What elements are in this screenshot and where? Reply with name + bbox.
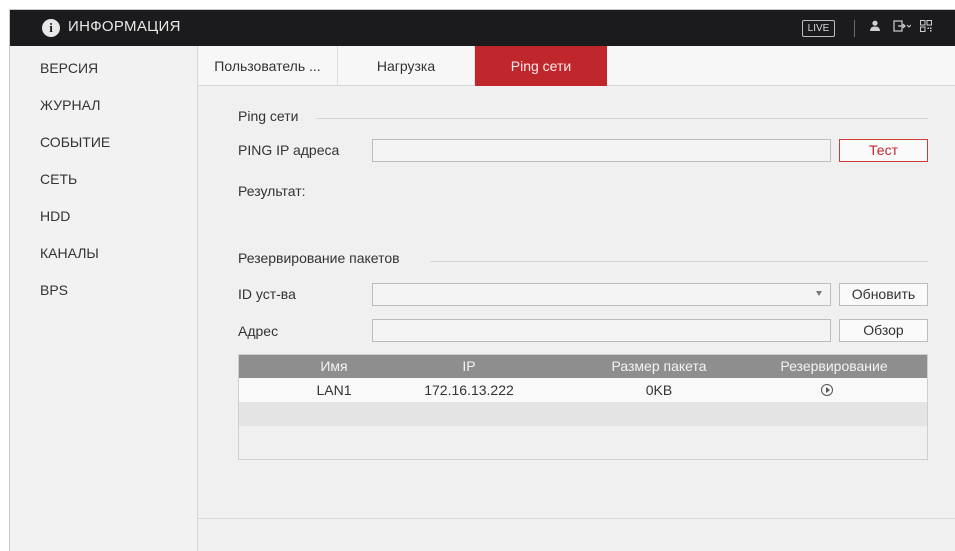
tab-load[interactable]: Нагрузка (338, 46, 475, 86)
tab-bar: Пользователь ... Нагрузка Ping сети (198, 46, 955, 86)
column-header-backup: Резервирование (780, 358, 888, 374)
sidebar-item-channels[interactable]: КАНАЛЫ (40, 245, 99, 261)
ping-ip-input[interactable] (372, 139, 831, 162)
column-header-size: Размер пакета (611, 358, 707, 374)
sidebar-item-bps[interactable]: BPS (40, 282, 68, 298)
chevron-down-icon (816, 291, 822, 296)
table-row[interactable]: LAN1 172.16.13.222 0KB (239, 378, 927, 402)
backup-section-title: Резервирование пакетов (238, 250, 400, 266)
sidebar-item-hdd[interactable]: HDD (40, 208, 70, 224)
sidebar-item-version[interactable]: ВЕРСИЯ (40, 60, 98, 76)
table-header: Имя IP Размер пакета Резервирование (239, 355, 927, 378)
device-id-select[interactable] (372, 283, 831, 306)
sidebar-item-log[interactable]: ЖУРНАЛ (40, 97, 100, 113)
ping-section-title: Ping сети (238, 108, 299, 124)
result-label: Результат: (238, 183, 306, 199)
footer-divider (198, 518, 955, 519)
info-icon: i (42, 19, 60, 37)
backup-table: Имя IP Размер пакета Резервирование LAN1… (238, 354, 928, 460)
column-header-ip: IP (462, 358, 476, 374)
play-circle-icon[interactable] (821, 384, 833, 396)
cell-ip: 172.16.13.222 (424, 382, 514, 398)
test-button[interactable]: Тест (839, 139, 928, 162)
sidebar-item-event[interactable]: СОБЫТИЕ (40, 134, 110, 150)
tab-ping[interactable]: Ping сети (475, 46, 607, 86)
live-button[interactable]: LIVE (802, 20, 835, 37)
sidebar: ВЕРСИЯ ЖУРНАЛ СОБЫТИЕ СЕТЬ HDD КАНАЛЫ BP… (10, 46, 198, 551)
qr-code-icon[interactable] (920, 19, 932, 37)
table-row (239, 426, 927, 450)
page-title: ИНФОРМАЦИЯ (68, 18, 181, 35)
address-input[interactable] (372, 319, 831, 342)
section-divider (430, 261, 928, 262)
address-label: Адрес (238, 323, 279, 339)
sidebar-item-network[interactable]: СЕТЬ (40, 171, 77, 187)
cell-size: 0KB (645, 382, 673, 398)
user-icon[interactable] (870, 19, 880, 37)
section-divider (316, 118, 928, 119)
top-bar: i ИНФОРМАЦИЯ LIVE (10, 10, 955, 46)
logout-icon[interactable] (893, 19, 912, 37)
device-id-label: ID уст-ва (238, 286, 296, 302)
ping-ip-label: PING IP адреса (238, 142, 340, 158)
browse-button[interactable]: Обзор (839, 319, 928, 342)
tab-users[interactable]: Пользователь ... (198, 46, 338, 86)
refresh-button[interactable]: Обновить (839, 283, 928, 306)
toolbar-divider (854, 20, 855, 37)
app-window: i ИНФОРМАЦИЯ LIVE ВЕРСИЯ ЖУРНАЛ СОБЫТИЕ … (9, 9, 955, 551)
table-row (239, 402, 927, 426)
